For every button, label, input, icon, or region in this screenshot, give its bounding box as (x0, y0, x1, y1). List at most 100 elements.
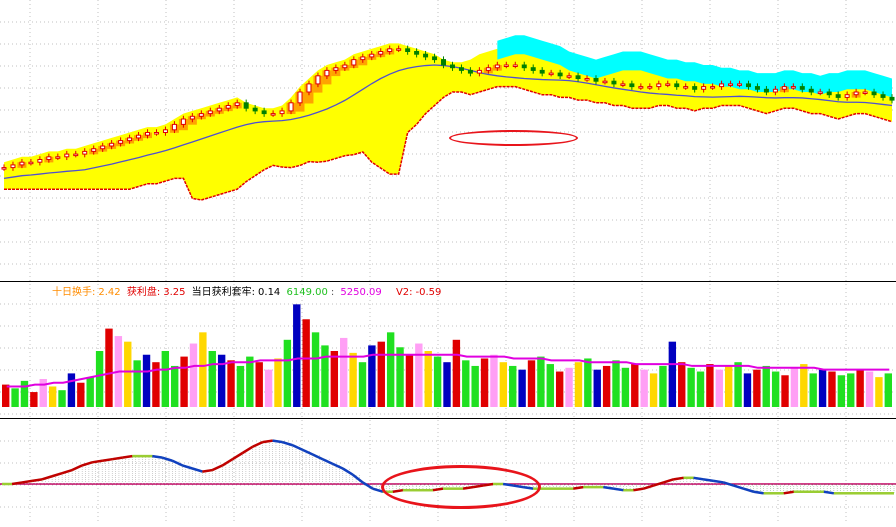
candle-body (136, 134, 142, 139)
macd-segment (61, 468, 73, 475)
volume-bar (58, 390, 66, 407)
volume-bar (39, 379, 47, 407)
macd-segment (743, 487, 755, 493)
candle-body (674, 83, 680, 88)
volume-bar (480, 358, 489, 407)
price-panel (1, 35, 895, 201)
candle-body (620, 83, 626, 86)
volume-bar (161, 351, 170, 407)
macd-segment (221, 458, 234, 467)
macd-segment (693, 476, 704, 481)
macd-segment (673, 476, 684, 481)
candle-body (118, 140, 124, 144)
volume-bar (274, 358, 282, 407)
volume-bar (340, 337, 348, 407)
volume-bar (415, 343, 423, 407)
volume-bar (555, 371, 564, 407)
candle-body (817, 91, 823, 94)
macd-segment (92, 459, 103, 464)
candle-body (719, 83, 725, 88)
volume-bar (537, 356, 545, 407)
candle-body (530, 67, 536, 71)
volume-bar (227, 360, 235, 407)
volume-bar (781, 375, 789, 407)
candle-body (566, 75, 572, 78)
macd-segment (573, 485, 584, 490)
candle-body (512, 64, 518, 67)
volume-bar (433, 356, 442, 407)
candle-body (521, 64, 527, 69)
candle-body (333, 67, 339, 71)
volume-bar (687, 367, 695, 407)
macd-segment (282, 440, 294, 447)
macd-segment (643, 484, 654, 490)
legend-profit-value: 3.25 (163, 287, 186, 298)
highlight-ellipse-price (449, 130, 578, 146)
candle-body (593, 78, 599, 82)
legend-volma-value: 5250.09 (340, 287, 382, 298)
volume-bar (11, 388, 19, 407)
volume-bar (443, 362, 451, 407)
volume-bar (865, 371, 874, 407)
legend-daily-label: 当日获利套牢: (191, 287, 256, 298)
volume-bar (311, 332, 320, 407)
volume-bar (640, 369, 648, 407)
candle-body (476, 69, 482, 74)
volume-bar (358, 362, 367, 407)
candle-body (467, 69, 473, 74)
candle-body (297, 91, 303, 104)
volume-bar (30, 392, 38, 407)
candle-body (458, 67, 464, 71)
indicator-legend: 十日换手: 2.42 获利盘: 3.25 当日获利套牢: 0.14 6149.00: … (52, 283, 444, 298)
volume-bar (602, 365, 611, 407)
legend-turnover-label: 十日换手: (52, 287, 96, 298)
candle-body (638, 86, 644, 89)
stock-chart: 十日换手: 2.42 获利盘: 3.25 当日获利套牢: 0.14 6149.00: … (0, 0, 896, 523)
macd-segment (21, 479, 33, 484)
volume-bar (124, 341, 132, 407)
candle-body (73, 153, 79, 157)
legend-divider: : (330, 287, 335, 298)
legend-v2-label: V2: (395, 287, 413, 298)
volume-bar (593, 369, 601, 407)
macd-segment (182, 464, 193, 470)
macd-segment (31, 478, 43, 483)
macd-segment (823, 490, 835, 495)
candle-body (584, 78, 590, 81)
candle-body (145, 132, 151, 136)
candle-body (449, 64, 455, 69)
candle-body (243, 102, 249, 109)
candle-body (701, 86, 707, 90)
macd-segment (603, 485, 614, 490)
volume-bar (809, 373, 817, 407)
volume-bar (546, 364, 554, 407)
macd-segment (112, 456, 123, 461)
candle-body (781, 86, 787, 90)
macd-segment (663, 478, 674, 484)
candle-body (162, 129, 168, 134)
volume-bar (471, 365, 479, 407)
macd-segment (122, 454, 133, 459)
candle-body (342, 64, 348, 69)
volume-bar (743, 373, 752, 407)
candle-body (369, 53, 375, 58)
candle-body (503, 64, 509, 67)
macd-segment (262, 439, 273, 444)
candle-body (790, 86, 796, 89)
volume-bar (349, 352, 357, 407)
candle-body (683, 86, 689, 89)
volume-bar (847, 373, 855, 407)
candle-body (880, 94, 886, 98)
macd-segment (71, 464, 83, 472)
candle-body (109, 142, 115, 147)
candle-body (91, 148, 97, 152)
macd-segment (161, 456, 173, 462)
volume-bar (621, 367, 630, 407)
volume-bar (800, 364, 808, 407)
candle-body (485, 67, 491, 71)
candle-body (647, 86, 653, 89)
volume-bar (884, 373, 892, 407)
candle-body (207, 110, 213, 115)
volume-bar (837, 375, 846, 407)
volume-bar (584, 358, 592, 407)
